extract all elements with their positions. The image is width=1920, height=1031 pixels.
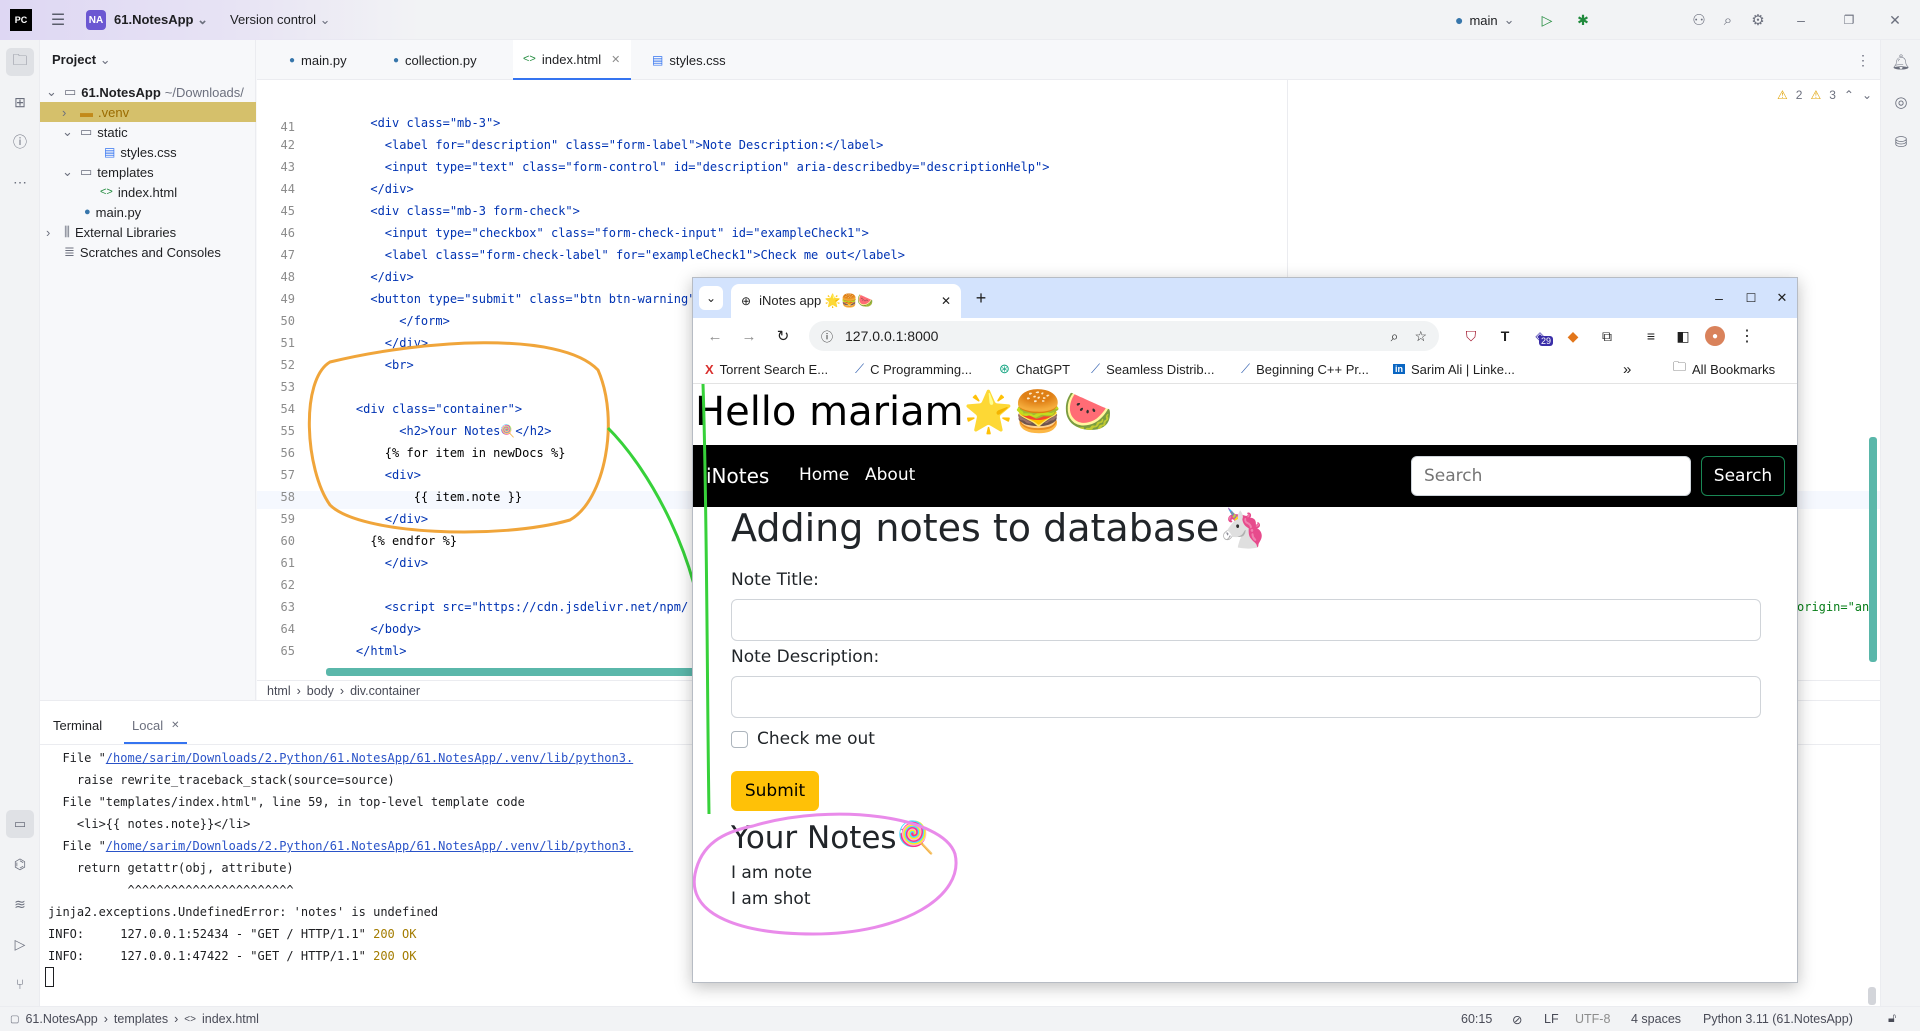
search-button[interactable]: Search (1701, 456, 1785, 496)
browser-tab-title: iNotes app 🌟🍔🍉 (759, 293, 874, 308)
form-heading: Adding notes to database🦄 (731, 506, 1267, 550)
reload-icon[interactable]: ↻ (773, 326, 793, 346)
chatgpt-favicon-icon: ⊛ (999, 361, 1010, 376)
back-arrow-icon[interactable]: ← (705, 326, 725, 346)
extension-badge: 29 (1539, 336, 1554, 346)
extension-with-badge-icon[interactable]: ◈29 (1529, 324, 1554, 348)
seamless-favicon-icon: ⟋ (1091, 361, 1101, 376)
bookmark-label: Seamless Distrib... (1106, 361, 1215, 377)
bookmark-label: Sarim Ali | Linke... (1411, 361, 1515, 377)
torrent-favicon-icon: X (705, 361, 714, 377)
folder-icon: 🗀 (1673, 359, 1687, 374)
green-annotation-arrow-segment (701, 384, 711, 815)
media-controls-icon[interactable]: ≡ (1641, 326, 1661, 346)
all-bookmarks-label: All Bookmarks (1692, 361, 1776, 377)
site-info-icon[interactable]: ⓘ (821, 328, 833, 345)
bookmark-item[interactable]: X Torrent Search E... (705, 354, 828, 384)
more-bookmarks-chevron-icon[interactable]: » (1623, 354, 1631, 384)
globe-icon: ⊕ (741, 294, 752, 308)
browser-window: ⌄ ⊕ iNotes app 🌟🍔🍉 ✕ + – ☐ ✕ ← → ↻ ⓘ 127… (692, 277, 1798, 983)
search-input[interactable] (1411, 456, 1691, 496)
all-bookmarks-button[interactable]: 🗀 All Bookmarks (1673, 354, 1775, 384)
nav-link-about[interactable]: About (865, 465, 915, 485)
note-description-label: Note Description: (731, 647, 880, 667)
url-text: 127.0.0.1:8000 (845, 328, 939, 344)
browser-tab-bar: ⌄ ⊕ iNotes app 🌟🍔🍉 ✕ + – ☐ ✕ (693, 278, 1797, 318)
close-window-icon[interactable]: ✕ (1772, 288, 1792, 308)
bookmark-label: Beginning C++ Pr... (1256, 361, 1369, 377)
cpp-favicon-icon: ⟋ (1241, 361, 1251, 376)
navbar: iNotes Home About Search (693, 445, 1797, 507)
c-programming-favicon-icon: ⟋ (855, 361, 865, 376)
orange-annotation-ellipse (307, 341, 610, 534)
note-description-input[interactable] (731, 676, 1761, 718)
page-viewport: Hello mariam🌟🍔🍉 iNotes Home About Search… (693, 384, 1797, 982)
nav-link-home[interactable]: Home (799, 465, 849, 485)
bookmark-item[interactable]: ⟋ Beginning C++ Pr... (1241, 354, 1369, 384)
linkedin-favicon-icon: in (1393, 364, 1405, 374)
address-bar[interactable]: ⓘ 127.0.0.1:8000 ⌕ ☆ (809, 321, 1439, 351)
bookmark-item[interactable]: ⟋ C Programming... (855, 354, 972, 384)
bookmark-label: C Programming... (870, 361, 972, 377)
profile-avatar[interactable]: ● (1705, 326, 1725, 346)
minimize-icon[interactable]: – (1709, 288, 1729, 308)
forward-arrow-icon[interactable]: → (739, 326, 759, 346)
note-title-label: Note Title: (731, 570, 819, 590)
pink-annotation-ellipse (693, 812, 958, 936)
bookmark-item[interactable]: in Sarim Ali | Linke... (1393, 354, 1515, 384)
note-title-input[interactable] (731, 599, 1761, 641)
extensions-puzzle-icon[interactable]: ⧉ (1597, 326, 1617, 346)
bookmark-label: ChatGPT (1015, 361, 1071, 377)
side-panel-icon[interactable]: ◧ (1673, 326, 1693, 346)
bookmark-label: Torrent Search E... (719, 361, 829, 377)
metamask-fox-icon[interactable]: ◆ (1563, 326, 1583, 346)
close-tab-icon[interactable]: ✕ (941, 294, 951, 308)
bookmarks-bar: X Torrent Search E... ⟋ C Programming... ⊛… (693, 354, 1797, 384)
zoom-icon[interactable]: ⌕ (1391, 328, 1399, 345)
bookmark-item[interactable]: ⊛ ChatGPT (999, 354, 1070, 384)
check-me-out-label[interactable]: Check me out (757, 729, 875, 749)
greeting-heading: Hello mariam🌟🍔🍉 (695, 389, 1114, 435)
maximize-icon[interactable]: ☐ (1741, 288, 1761, 308)
bookmark-item[interactable]: ⟋ Seamless Distrib... (1091, 354, 1214, 384)
browser-menu-icon[interactable]: ⋮ (1737, 326, 1757, 346)
check-me-out-checkbox[interactable] (731, 731, 748, 748)
browser-tab-active[interactable]: ⊕ iNotes app 🌟🍔🍉 ✕ (731, 284, 961, 318)
browser-toolbar: ← → ↻ ⓘ 127.0.0.1:8000 ⌕ ☆ ⛉ T ◈29 ◆ ⧉ ≡… (693, 318, 1797, 354)
new-tab-plus-icon[interactable]: + (971, 288, 991, 308)
tab-search-icon[interactable]: ⌄ (699, 286, 723, 310)
translate-extension-icon[interactable]: T (1495, 326, 1515, 346)
bookmark-star-icon[interactable]: ☆ (1414, 328, 1427, 345)
ublock-extension-icon[interactable]: ⛉ (1461, 326, 1481, 346)
